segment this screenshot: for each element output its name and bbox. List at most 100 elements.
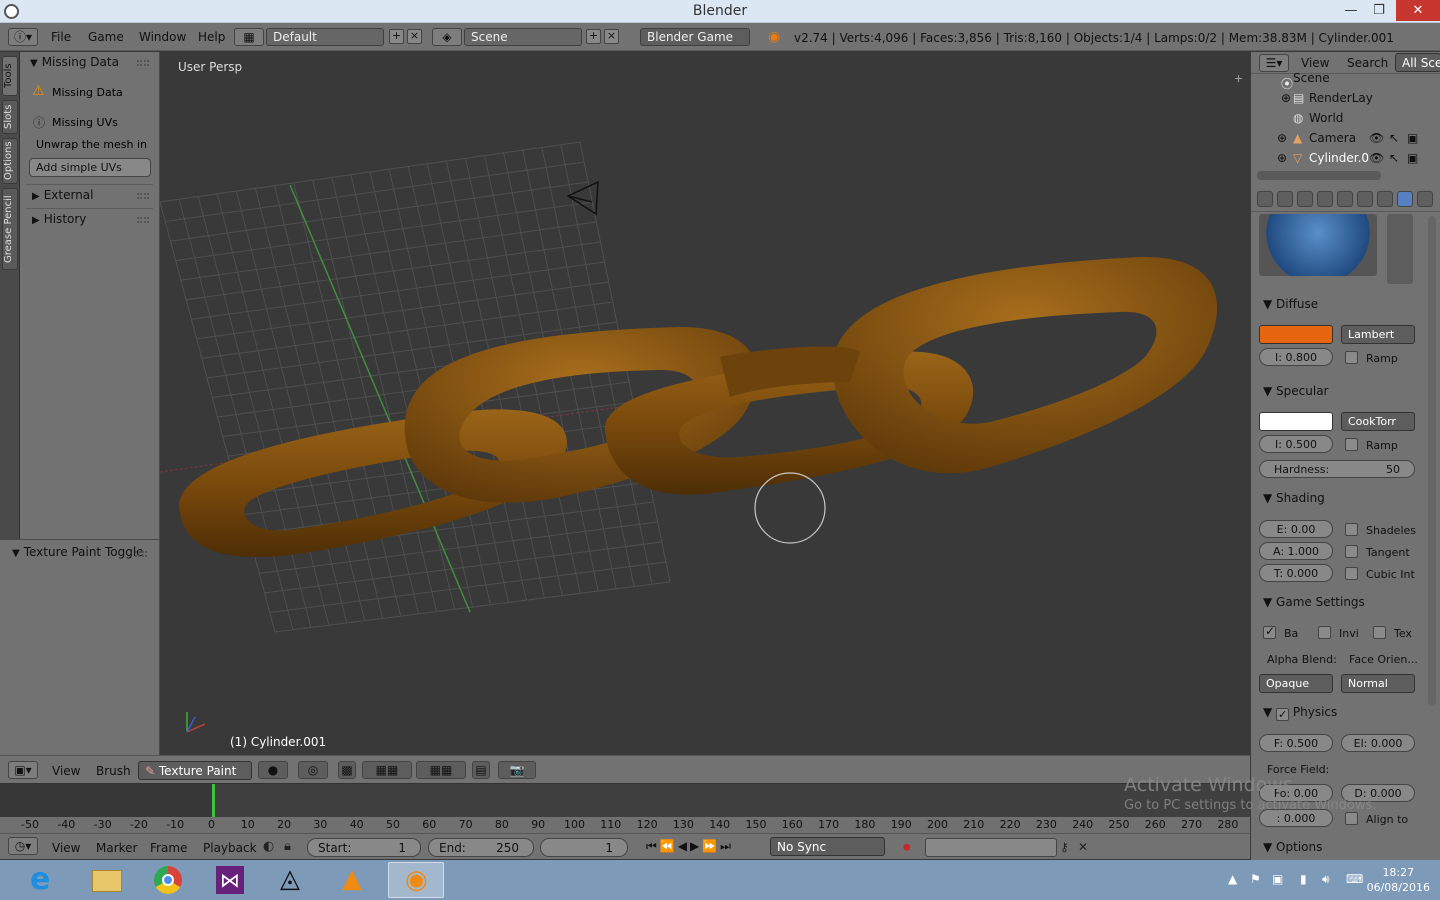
specular-shader-select[interactable]: CookTorr: [1341, 412, 1415, 431]
flag-icon[interactable]: ⚑: [1250, 872, 1264, 886]
menu-help[interactable]: Help: [198, 30, 225, 44]
outliner-editor-icon[interactable]: ☰▾: [1259, 54, 1289, 72]
tangent-checkbox[interactable]: [1345, 545, 1358, 558]
properties-tab-icon[interactable]: [1337, 191, 1353, 207]
properties-tab-icon[interactable]: [1297, 191, 1313, 207]
current-frame-cursor[interactable]: [212, 784, 215, 818]
playback-controls[interactable]: ⏮⏪◀▶⏩⏭: [646, 839, 734, 854]
material-tab-icon[interactable]: [1397, 191, 1413, 207]
keying-icon[interactable]: ◐: [263, 839, 274, 854]
vlc-icon[interactable]: ▲: [326, 862, 382, 898]
file-explorer-icon[interactable]: [80, 862, 136, 898]
panel-grip-icon[interactable]: [137, 60, 149, 66]
menu-brush[interactable]: Brush: [96, 764, 131, 778]
specular-ramp-checkbox[interactable]: [1345, 438, 1358, 451]
panel-grip-icon[interactable]: [137, 217, 149, 223]
current-frame-field[interactable]: 1: [540, 838, 628, 857]
properties-tab-icon[interactable]: [1277, 191, 1293, 207]
layout-field[interactable]: Default: [266, 28, 384, 46]
keyframe-delete-icon[interactable]: ✕: [1078, 840, 1088, 854]
invisible-checkbox[interactable]: [1318, 626, 1331, 639]
menu-marker[interactable]: Marker: [96, 841, 137, 855]
timeline-editor-icon[interactable]: ◷▾: [8, 837, 38, 855]
add-layout-button[interactable]: +: [389, 29, 404, 44]
close-button[interactable]: ✕: [1396, 0, 1440, 21]
panel-grip-icon[interactable]: [137, 193, 149, 199]
add-scene-button[interactable]: +: [586, 29, 601, 44]
shading-header[interactable]: ▼ Shading: [1263, 491, 1325, 505]
start-frame-field[interactable]: Start: 1: [307, 838, 421, 857]
ambient-slider[interactable]: A: 1.000: [1259, 542, 1333, 560]
unity-icon[interactable]: ◬: [264, 862, 320, 898]
remove-scene-button[interactable]: ×: [604, 29, 619, 44]
align-to-normal-checkbox[interactable]: [1345, 812, 1358, 825]
outliner-menu-search[interactable]: Search: [1347, 56, 1388, 70]
pivot-point-icon[interactable]: ◎: [298, 761, 328, 779]
record-icon[interactable]: ⏺: [903, 838, 911, 856]
properties-tab-icon[interactable]: [1417, 191, 1433, 207]
outliner-item-renderlayer[interactable]: ⊕ ▤ RenderLay: [1251, 88, 1429, 108]
menu-game[interactable]: Game: [88, 30, 124, 44]
history-panel-header[interactable]: ▶ History: [32, 212, 86, 226]
menu-frame[interactable]: Frame: [150, 841, 187, 855]
properties-tab-icon[interactable]: [1377, 191, 1393, 207]
viewport-plus-icon[interactable]: +: [1234, 72, 1243, 85]
clock[interactable]: 18:27 06/08/2016: [1367, 865, 1430, 895]
menu-window[interactable]: Window: [139, 30, 186, 44]
end-frame-field[interactable]: End: 250: [428, 838, 534, 857]
outliner-item-cylinder[interactable]: ⊕ ▽ Cylinder.0 👁︎ ↖ ▣: [1251, 148, 1429, 168]
blender-taskbar-icon[interactable]: ◉: [388, 862, 444, 898]
maximize-button[interactable]: ❐: [1364, 0, 1394, 21]
screen-layout-icon[interactable]: ▦: [234, 28, 264, 46]
hardness-slider[interactable]: Hardness: 50: [1259, 460, 1415, 478]
mode-select[interactable]: ✎ Texture Paint: [138, 761, 252, 780]
properties-tab-icon[interactable]: [1357, 191, 1373, 207]
keyframe-insert-icon[interactable]: ⚷: [1060, 840, 1069, 854]
outliner-item-world[interactable]: ◍ World: [1251, 108, 1429, 128]
editor-type-icon[interactable]: ▣▾: [8, 761, 38, 779]
outliner-menu-view[interactable]: View: [1301, 56, 1329, 70]
texture-paint-toggle-header[interactable]: ▼ Texture Paint Toggle: [12, 545, 144, 559]
signal-icon[interactable]: ▮: [1300, 872, 1314, 886]
cubic-interpolation-checkbox[interactable]: [1345, 567, 1358, 580]
alpha-blend-select[interactable]: Opaque: [1259, 674, 1333, 693]
emit-slider[interactable]: E: 0.00: [1259, 520, 1333, 538]
external-panel-header[interactable]: ▶ External: [32, 188, 94, 202]
layers-icon[interactable]: ▦▦: [362, 761, 412, 779]
tab-slots[interactable]: Slots: [2, 100, 18, 134]
snap-icon[interactable]: ▤: [472, 761, 490, 779]
menu-view[interactable]: View: [52, 764, 80, 778]
missing-data-panel-header[interactable]: ▼ Missing Data: [30, 55, 119, 69]
info-editor-type-icon[interactable]: ⓘ▾: [8, 28, 38, 46]
diffuse-header[interactable]: ▼ Diffuse: [1263, 297, 1318, 311]
tab-tools[interactable]: Tools: [2, 56, 18, 96]
3d-viewport[interactable]: User Persp (1) Cylinder.001 +: [160, 52, 1250, 755]
backface-culling-checkbox[interactable]: [1263, 624, 1276, 639]
properties-scrollbar[interactable]: [1428, 216, 1436, 706]
tab-grease-pencil[interactable]: Grease Pencil: [2, 188, 18, 270]
face-orientation-select[interactable]: Normal: [1341, 674, 1415, 693]
tab-options[interactable]: Options: [2, 138, 18, 184]
physics-header[interactable]: ▼ ✓ Physics: [1263, 705, 1337, 721]
volume-icon[interactable]: 🔊︎: [1322, 872, 1336, 886]
diffuse-color[interactable]: [1259, 325, 1333, 344]
diffuse-ramp-checkbox[interactable]: [1345, 351, 1358, 364]
face-mask-icon[interactable]: ▩: [338, 761, 356, 779]
scene-field[interactable]: Scene: [464, 28, 582, 46]
minimize-button[interactable]: —: [1336, 0, 1366, 21]
outliner-filter-select[interactable]: All Scen: [1395, 53, 1440, 72]
elasticity-slider[interactable]: El: 0.000: [1341, 734, 1415, 752]
network-tray-icon[interactable]: ▣: [1272, 872, 1286, 886]
keying-set-field[interactable]: [925, 838, 1057, 857]
tray-expand-icon[interactable]: ▲: [1228, 872, 1242, 886]
friction-slider[interactable]: F: 0.500: [1259, 734, 1333, 752]
remove-layout-button[interactable]: ×: [407, 29, 422, 44]
layers-icon[interactable]: ▦▦: [416, 761, 466, 779]
options-header[interactable]: ▼ Options: [1263, 840, 1322, 854]
timeline[interactable]: -50 -40 -30 -20 -10 0 10 20 30 40 50 60 70 80 90 100 110…: [0, 783, 1250, 833]
viewport-shading-icon[interactable]: ●: [258, 761, 288, 779]
outliner-scrollbar[interactable]: [1257, 171, 1381, 180]
text-checkbox[interactable]: [1373, 626, 1386, 639]
specular-intensity-slider[interactable]: I: 0.500: [1259, 435, 1333, 453]
preview-type-buttons[interactable]: [1387, 214, 1413, 284]
